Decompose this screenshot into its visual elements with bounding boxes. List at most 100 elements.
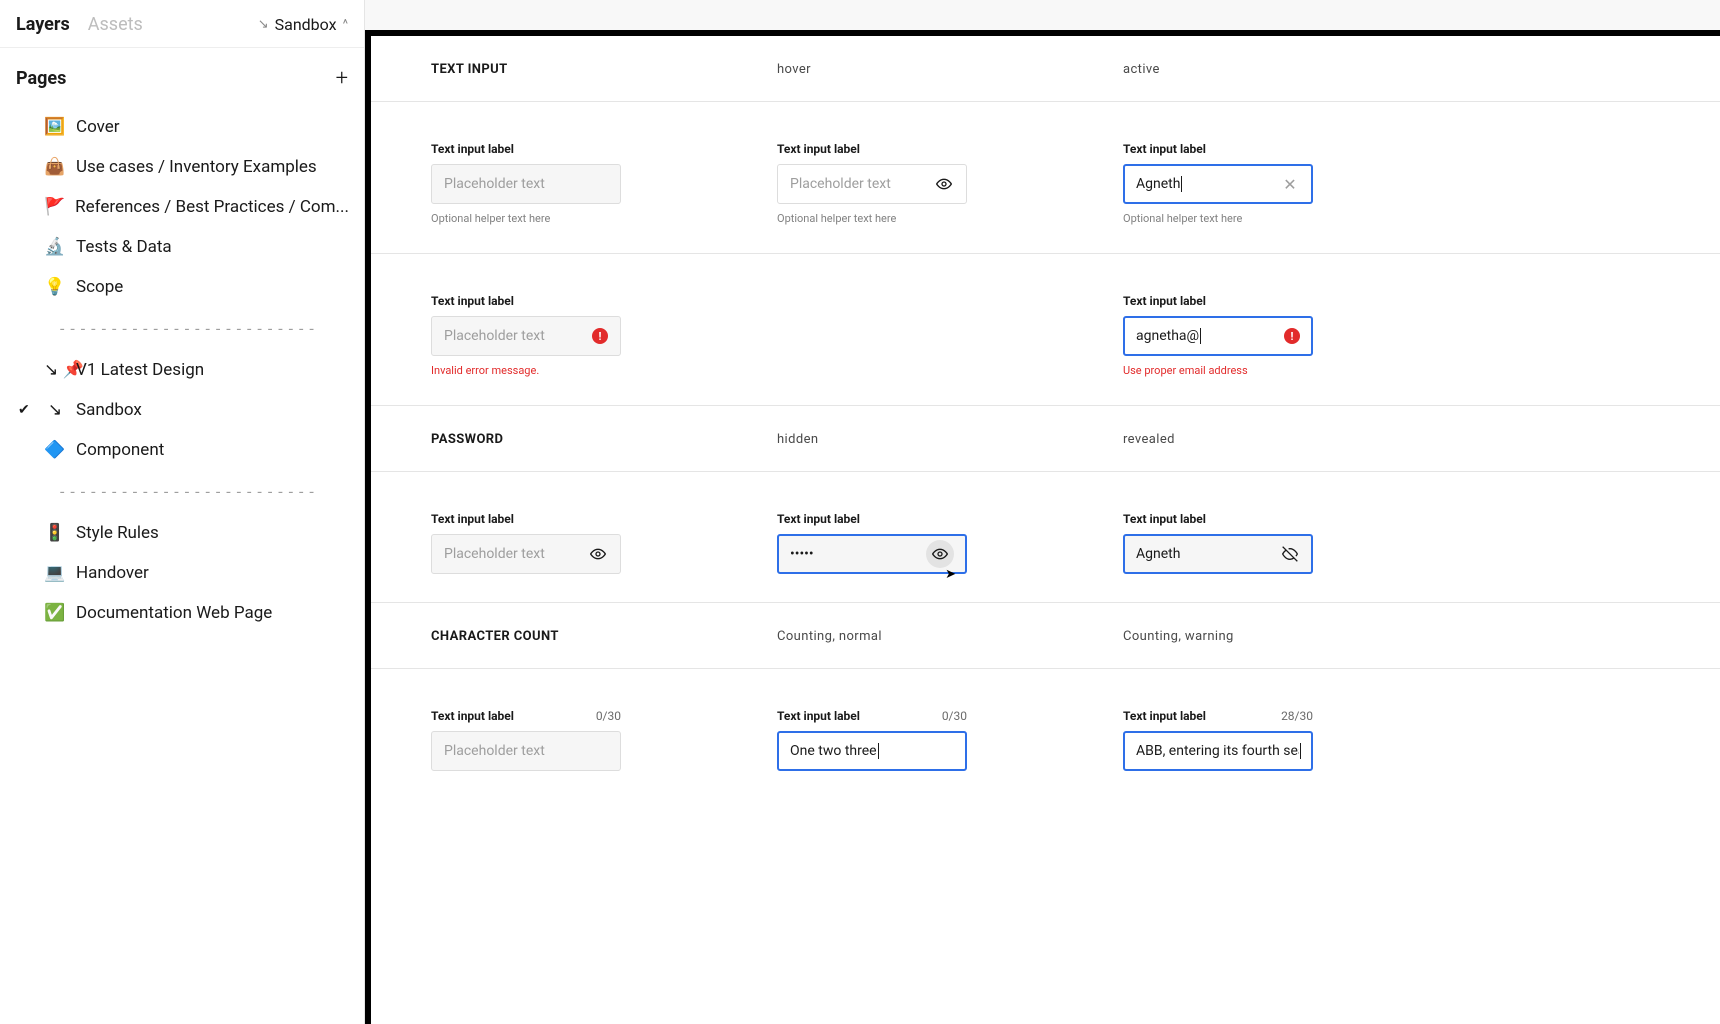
error-message: Invalid error message.: [431, 364, 621, 377]
text-input[interactable]: Placeholder text: [777, 164, 967, 204]
page-list: 🖼️Cover 👜Use cases / Inventory Examples …: [0, 101, 364, 639]
arrow-icon: ↘ 📌: [44, 360, 66, 380]
text-input[interactable]: Placeholder text: [431, 164, 621, 204]
field-hover-empty: [777, 294, 1045, 377]
page-item-handover[interactable]: 💻 Handover: [12, 553, 352, 593]
page-item-label: Use cases / Inventory Examples: [76, 157, 317, 177]
bulb-icon: 💡: [44, 277, 66, 297]
page-item-tests[interactable]: 🔬Tests & Data: [12, 227, 352, 267]
text-input[interactable]: Placeholder text: [431, 731, 621, 771]
password-input[interactable]: Agneth: [1123, 534, 1313, 574]
text-input[interactable]: One two three: [777, 731, 967, 771]
laptop-icon: 💻: [44, 563, 66, 583]
page-item-label: Documentation Web Page: [76, 603, 272, 623]
input-value: ABB, entering its fourth season as title…: [1136, 743, 1299, 759]
page-item-references[interactable]: 🚩References / Best Practices / Com...: [12, 187, 352, 227]
page-item-usecases[interactable]: 👜 Use cases / Inventory Examples: [12, 147, 352, 187]
section-title: TEXT INPUT: [431, 62, 777, 77]
char-counter: 28/30: [1281, 709, 1313, 723]
eye-off-icon[interactable]: [1280, 544, 1300, 564]
traffic-light-icon: 🚦: [44, 523, 66, 543]
char-counter: 0/30: [596, 709, 621, 723]
check-icon: ✅: [44, 603, 66, 623]
pages-title: Pages: [16, 68, 336, 89]
page-selector[interactable]: ↘ Sandbox ^: [258, 15, 348, 34]
page-item-stylerules[interactable]: 🚦Style Rules: [12, 513, 352, 553]
text-caret: [878, 743, 879, 759]
field-password-default: Text input label Placeholder text: [431, 512, 699, 574]
canvas-area[interactable]: TEXT INPUT hover active Text input label…: [365, 0, 1720, 1024]
column-hover-title: hover: [777, 62, 1123, 77]
chevron-up-icon: ^: [343, 17, 348, 32]
section-text-input-header: TEXT INPUT hover active: [371, 36, 1720, 102]
password-row: Text input label Placeholder text Text i…: [371, 472, 1720, 603]
password-input[interactable]: ••••• ➤: [777, 534, 967, 574]
column-active-title: active: [1123, 62, 1469, 77]
input-value: •••••: [790, 546, 814, 562]
text-input-row-default: Text input label Placeholder text Option…: [371, 102, 1720, 254]
eye-icon[interactable]: [934, 174, 954, 194]
input-value: Agneth: [1136, 546, 1180, 562]
clear-icon[interactable]: ✕: [1280, 174, 1300, 194]
page-item-label: Cover: [76, 117, 120, 137]
arrow-icon: ↘: [44, 400, 66, 420]
bag-icon: 👜: [44, 157, 66, 177]
error-message: Use proper email address: [1123, 364, 1313, 377]
text-input-error[interactable]: agnetha@ !: [1123, 316, 1313, 356]
add-page-button[interactable]: +: [336, 66, 348, 91]
input-label: Text input label: [431, 294, 621, 308]
input-placeholder: Placeholder text: [444, 176, 545, 192]
text-input[interactable]: Agneth ✕: [1123, 164, 1313, 204]
eye-toggle-icon[interactable]: ➤: [926, 540, 954, 568]
field-password-revealed: Text input label Agneth: [1123, 512, 1391, 574]
input-value: One two three: [790, 743, 877, 759]
field-charcount-default: Text input label 0/30 Placeholder text: [431, 709, 699, 771]
input-label: Text input label: [431, 142, 621, 156]
input-placeholder: Placeholder text: [444, 743, 545, 759]
text-input[interactable]: ABB, entering its fourth season as title…: [1123, 731, 1313, 771]
input-label: Text input label: [777, 709, 860, 723]
helper-text: Optional helper text here: [431, 212, 621, 225]
page-item-label: Handover: [76, 563, 149, 583]
field-hover: Text input label Placeholder text Option…: [777, 142, 1045, 225]
error-icon: !: [1284, 328, 1300, 344]
input-placeholder: Placeholder text: [444, 546, 545, 562]
page-item-label: Sandbox: [76, 400, 142, 420]
field-charcount-warning: Text input label 28/30 ABB, entering its…: [1123, 709, 1391, 771]
column-counting-warning-title: Counting, warning: [1123, 629, 1469, 644]
flag-icon: 🚩: [44, 197, 65, 217]
password-input[interactable]: Placeholder text: [431, 534, 621, 574]
page-item-sandbox[interactable]: ↘ Sandbox: [12, 390, 352, 430]
input-value: Agneth: [1136, 176, 1180, 192]
field-charcount-normal: Text input label 0/30 One two three: [777, 709, 1045, 771]
eye-icon[interactable]: [588, 544, 608, 564]
page-item-v1design[interactable]: ↘ 📌V1 Latest Design: [12, 350, 352, 390]
section-password-header: PASSWORD hidden revealed: [371, 406, 1720, 472]
page-item-scope[interactable]: 💡Scope: [12, 267, 352, 307]
page-item-cover[interactable]: 🖼️ Cover: [12, 107, 352, 147]
cover-icon: 🖼️: [44, 117, 66, 137]
page-item-label: Tests & Data: [76, 237, 172, 257]
page-item-docs[interactable]: ✅ Documentation Web Page: [12, 593, 352, 633]
page-divider: - - - - - - - - - - - - - - - - - - - - …: [12, 470, 352, 513]
input-label: Text input label: [431, 709, 514, 723]
diamond-icon: 🔷: [44, 440, 66, 460]
arrow-icon: ↘: [258, 17, 269, 32]
text-caret: [1200, 328, 1201, 344]
tab-assets[interactable]: Assets: [88, 14, 143, 35]
tab-layers[interactable]: Layers: [16, 14, 70, 35]
input-label: Text input label: [777, 512, 967, 526]
field-active-error: Text input label agnetha@ ! Use proper e…: [1123, 294, 1391, 377]
input-label: Text input label: [777, 142, 967, 156]
helper-text: Optional helper text here: [1123, 212, 1313, 225]
input-label: Text input label: [1123, 709, 1206, 723]
section-title: CHARACTER COUNT: [431, 629, 777, 644]
sidebar-header: Layers Assets ↘ Sandbox ^: [0, 0, 364, 48]
field-default-error: Text input label Placeholder text ! Inva…: [431, 294, 699, 377]
text-input-error[interactable]: Placeholder text !: [431, 316, 621, 356]
input-label: Text input label: [1123, 512, 1313, 526]
input-label: Text input label: [1123, 142, 1313, 156]
column-hidden-title: hidden: [777, 432, 1123, 447]
text-input-row-error: Text input label Placeholder text ! Inva…: [371, 254, 1720, 406]
page-item-component[interactable]: 🔷Component: [12, 430, 352, 470]
